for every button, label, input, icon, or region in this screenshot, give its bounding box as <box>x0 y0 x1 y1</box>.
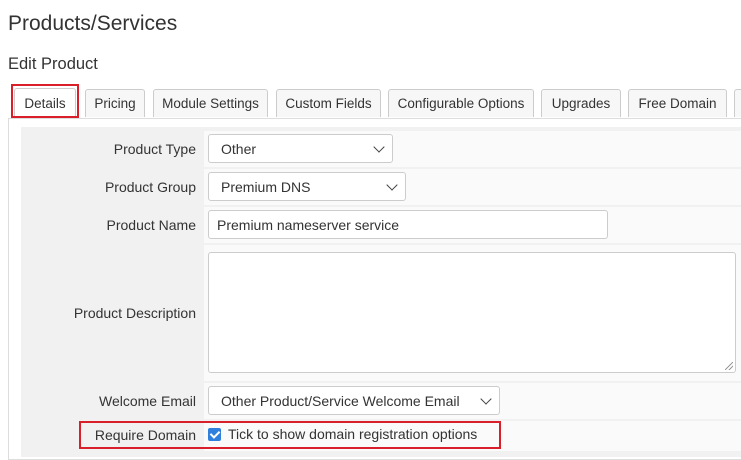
welcome-email-select[interactable]: Other Product/Service Welcome Email <box>208 386 500 415</box>
tab-configurable-options[interactable]: Configurable Options <box>388 89 534 117</box>
product-group-label: Product Group <box>104 179 196 195</box>
highlight-box-details-tab <box>11 84 79 118</box>
product-type-value: Other <box>221 140 257 157</box>
tab-bar: Details Pricing Module Settings Custom F… <box>14 88 741 119</box>
resize-handle-icon[interactable] <box>725 362 733 370</box>
tab-pricing[interactable]: Pricing <box>85 89 145 117</box>
highlight-box-require-domain <box>79 421 501 449</box>
product-description-textarea[interactable] <box>208 252 736 373</box>
chevron-down-icon <box>386 179 398 191</box>
product-name-label: Product Name <box>106 217 196 233</box>
product-name-input[interactable]: Premium nameserver service <box>208 210 608 239</box>
product-group-select[interactable]: Premium DNS <box>208 172 406 201</box>
product-type-select[interactable]: Other <box>208 134 393 163</box>
product-name-value: Premium nameserver service <box>217 216 400 233</box>
page-title: Products/Services <box>8 12 178 35</box>
welcome-email-value: Other Product/Service Welcome Email <box>221 392 460 409</box>
product-description-label: Product Description <box>73 305 196 321</box>
page-subtitle: Edit Product <box>8 55 98 73</box>
product-group-value: Premium DNS <box>221 178 311 195</box>
tab-module-settings[interactable]: Module Settings <box>153 89 268 117</box>
welcome-email-label: Welcome Email <box>99 393 196 409</box>
tab-upgrades[interactable]: Upgrades <box>541 89 621 117</box>
chevron-down-icon <box>480 393 492 405</box>
tab-free-domain[interactable]: Free Domain <box>628 89 727 117</box>
tab-custom-fields[interactable]: Custom Fields <box>276 89 381 117</box>
chevron-down-icon <box>373 141 385 153</box>
tab-overflow[interactable] <box>734 89 741 117</box>
product-type-label: Product Type <box>113 141 196 157</box>
